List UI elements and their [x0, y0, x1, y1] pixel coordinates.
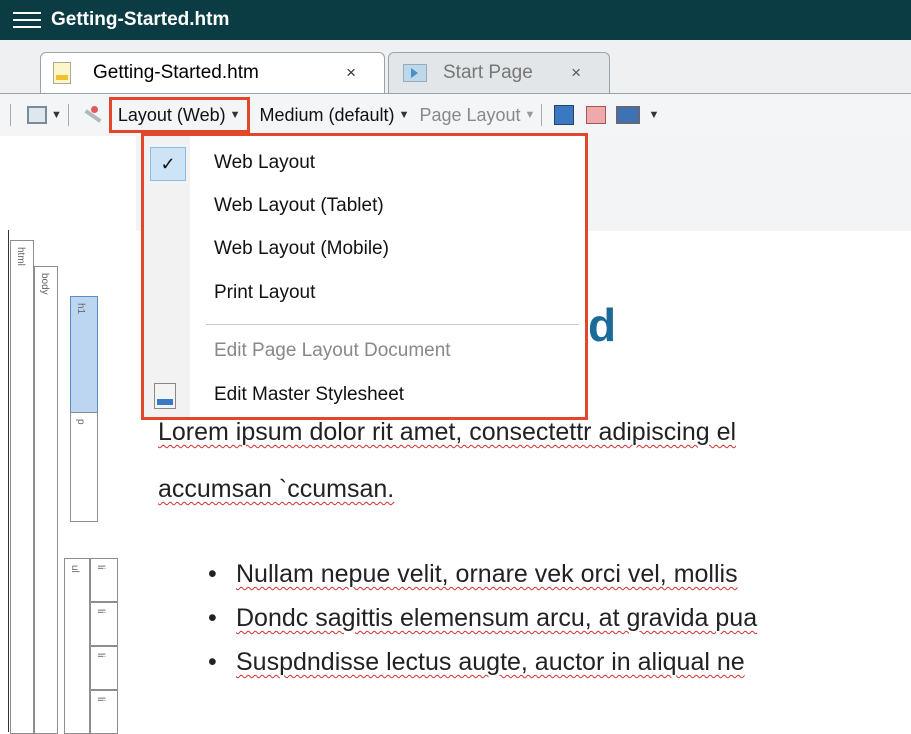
structure-li[interactable]: li	[90, 646, 118, 690]
tab-label: Getting-Started.htm	[93, 62, 259, 83]
window-title: Getting-Started.htm	[51, 9, 230, 30]
menu-separator	[206, 324, 579, 325]
chevron-down-icon[interactable]: ▼	[648, 109, 659, 121]
paragraph-line[interactable]: accumsan `ccumsan.	[158, 475, 394, 504]
chevron-down-icon: ▼	[398, 109, 410, 121]
menu-item-label: Web Layout (Tablet)	[214, 195, 384, 216]
close-tab-icon[interactable]: ×	[346, 63, 356, 83]
tab-start-page[interactable]: Start Page ×	[388, 52, 610, 93]
menu-item-print-layout[interactable]: Print Layout	[144, 273, 585, 313]
menu-item-web-layout[interactable]: ✓ Web Layout	[144, 143, 585, 183]
menu-item-edit-page-layout-document: Edit Page Layout Document	[144, 331, 585, 371]
preview-icon[interactable]	[27, 106, 47, 124]
check-icon: ✓	[150, 147, 186, 181]
chevron-down-icon: ▼	[524, 109, 536, 121]
menu-item-label: Web Layout	[214, 152, 316, 173]
file-icon	[53, 62, 71, 84]
medium-dropdown[interactable]: Medium (default) ▼	[260, 105, 410, 126]
structure-html[interactable]: html	[10, 240, 34, 734]
link-icon[interactable]	[554, 105, 575, 125]
toolbar-separator	[67, 104, 69, 126]
title-bar: Getting-Started.htm	[0, 0, 911, 40]
menu-item-web-layout-mobile[interactable]: Web Layout (Mobile)	[144, 229, 585, 269]
list-item[interactable]: Suspdndisse lectus augte, auctor in aliq…	[208, 648, 757, 692]
structure-p[interactable]: p	[70, 412, 98, 522]
structure-bar: html body h1 p ul li li li li	[10, 240, 136, 734]
list-item[interactable]: Dondc sagittis elemensum arcu, at gravid…	[208, 604, 757, 648]
structure-li[interactable]: li	[90, 690, 118, 734]
editor-left-border	[8, 230, 9, 732]
hamburger-menu-icon[interactable]	[13, 12, 41, 28]
structure-li[interactable]: li	[90, 558, 118, 602]
medium-dropdown-label: Medium (default)	[259, 104, 395, 125]
layout-menu: ✓ Web Layout Web Layout (Tablet) Web Lay…	[141, 133, 588, 420]
tab-strip: Getting-Started.htm × Start Page ×	[0, 40, 911, 94]
bullet-list: Nullam nepue velit, ornare vek orci vel,…	[208, 560, 757, 692]
menu-item-web-layout-tablet[interactable]: Web Layout (Tablet)	[144, 186, 585, 226]
page-layout-dropdown[interactable]: Page Layout ▼	[419, 105, 535, 126]
toolbar-separator	[541, 104, 543, 126]
paragraph-line[interactable]: Lorem ipsum dolor rit amet, consectettr …	[158, 418, 736, 447]
menu-item-label: Edit Page Layout Document	[214, 340, 451, 361]
list-item[interactable]: Nullam nepue velit, ornare vek orci vel,…	[208, 560, 757, 604]
image-icon[interactable]	[616, 106, 641, 124]
structure-li[interactable]: li	[90, 602, 118, 646]
structure-body[interactable]: body	[34, 266, 58, 734]
format-wand-icon[interactable]	[81, 106, 103, 124]
menu-item-label: Web Layout (Mobile)	[214, 238, 389, 259]
start-page-icon	[403, 64, 427, 82]
page-layout-dropdown-label: Page Layout	[419, 104, 521, 125]
structure-ul[interactable]: ul	[64, 558, 90, 734]
close-tab-icon[interactable]: ×	[571, 63, 581, 83]
menu-item-label: Edit Master Stylesheet	[214, 384, 405, 405]
toolbar: ▼ Layout (Web) ▼ Medium (default) ▼ Page…	[0, 94, 911, 136]
chevron-down-icon: ▼	[229, 109, 241, 121]
structure-h1[interactable]: h1	[70, 296, 98, 418]
menu-item-label: Print Layout	[214, 282, 316, 303]
stylesheet-icon	[154, 383, 176, 409]
tab-label: Start Page	[443, 62, 533, 83]
chevron-down-icon[interactable]: ▼	[51, 109, 62, 121]
toolbar-separator	[10, 104, 11, 126]
layout-dropdown-label: Layout (Web)	[117, 104, 226, 125]
menu-item-edit-master-stylesheet[interactable]: Edit Master Stylesheet	[144, 375, 585, 415]
tab-getting-started[interactable]: Getting-Started.htm ×	[40, 52, 385, 93]
page-heading[interactable]: d	[588, 298, 616, 352]
layout-dropdown[interactable]: Layout (Web) ▼	[108, 97, 250, 133]
snippet-icon[interactable]	[586, 106, 607, 124]
